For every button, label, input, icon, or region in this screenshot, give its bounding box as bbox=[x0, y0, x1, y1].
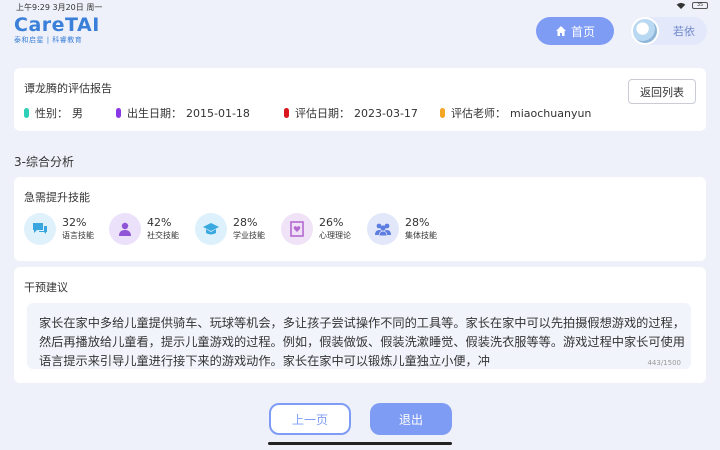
teacher-dot-icon bbox=[440, 108, 445, 118]
skills-list: 32% 语言技能 42% 社交技能 28% 学业技能 26% 心理理论 28% … bbox=[24, 211, 453, 247]
avatar bbox=[631, 17, 659, 45]
logo-tagline: 泰和启星 | 科睿教育 bbox=[14, 36, 83, 44]
status-time: 上午9:29 3月20日 周一 bbox=[16, 3, 103, 12]
wifi-icon bbox=[676, 2, 686, 9]
user-name: 若依 bbox=[673, 25, 695, 38]
person-icon bbox=[109, 213, 141, 245]
skill-label: 社交技能 bbox=[147, 231, 179, 240]
report-info-card: 谭龙腾的评估报告 返回列表 性别： 男 出生日期： 2015-01-18 评估日… bbox=[14, 68, 706, 131]
info-birth-date: 出生日期： 2015-01-18 bbox=[116, 105, 284, 121]
home-icon bbox=[555, 26, 566, 36]
info-assessment-date: 评估日期： 2023-03-17 bbox=[284, 105, 440, 121]
app-logo: CareTAI 泰和启星 | 科睿教育 bbox=[14, 14, 100, 45]
skill-percent: 42% bbox=[147, 216, 172, 229]
character-counter: 443/1500 bbox=[647, 359, 681, 367]
back-to-list-button[interactable]: 返回列表 bbox=[628, 79, 696, 104]
info-value: 2023-03-17 bbox=[354, 106, 418, 120]
advice-card: 干预建议 家长在家中多给儿童提供骑车、玩球等机会，多让孩子尝试操作不同的工具等。… bbox=[14, 267, 706, 383]
advice-textarea[interactable]: 家长在家中多给儿童提供骑车、玩球等机会，多让孩子尝试操作不同的工具等。家长在家中… bbox=[27, 303, 691, 369]
birth-date-dot-icon bbox=[116, 108, 121, 118]
skill-item-social: 42% 社交技能 bbox=[109, 211, 195, 247]
info-gender: 性别： 男 bbox=[24, 105, 116, 121]
battery-icon: 35 bbox=[692, 2, 708, 9]
assessment-date-dot-icon bbox=[284, 108, 289, 118]
heart-frame-icon bbox=[281, 213, 313, 245]
skill-label: 心理理论 bbox=[319, 231, 351, 240]
info-label: 性别： bbox=[35, 107, 68, 120]
report-title: 谭龙腾的评估报告 bbox=[24, 82, 112, 95]
system-indicators: 35 bbox=[676, 2, 708, 9]
skill-percent: 32% bbox=[62, 216, 87, 229]
skill-item-language: 32% 语言技能 bbox=[24, 211, 109, 247]
user-menu[interactable]: 若依 bbox=[631, 17, 707, 45]
skill-label: 语言技能 bbox=[62, 231, 94, 240]
chat-icon bbox=[24, 213, 56, 245]
skill-item-theory-of-mind: 26% 心理理论 bbox=[281, 211, 367, 247]
home-indicator[interactable] bbox=[268, 442, 452, 445]
graduation-cap-icon bbox=[195, 213, 227, 245]
info-label: 评估日期： bbox=[295, 107, 350, 120]
home-button[interactable]: 首页 bbox=[536, 17, 614, 45]
report-info-row: 性别： 男 出生日期： 2015-01-18 评估日期： 2023-03-17 … bbox=[24, 105, 591, 121]
status-bar: 上午9:29 3月20日 周一 35 bbox=[0, 0, 720, 14]
section-title: 3-综合分析 bbox=[14, 155, 74, 169]
skill-item-group: 28% 集体技能 bbox=[367, 211, 453, 247]
exit-button[interactable]: 退出 bbox=[370, 403, 452, 435]
advice-title: 干预建议 bbox=[24, 281, 68, 294]
info-value: 2015-01-18 bbox=[186, 106, 250, 120]
advice-text: 家长在家中多给儿童提供骑车、玩球等机会，多让孩子尝试操作不同的工具等。家长在家中… bbox=[39, 316, 685, 368]
info-label: 评估老师： bbox=[451, 107, 506, 120]
info-label: 出生日期： bbox=[127, 107, 182, 120]
skill-item-academic: 28% 学业技能 bbox=[195, 211, 281, 247]
info-value: miaochuanyun bbox=[510, 106, 592, 120]
gender-dot-icon bbox=[24, 108, 29, 118]
skills-card: 急需提升技能 32% 语言技能 42% 社交技能 28% 学业技能 26% 心理… bbox=[14, 177, 706, 261]
skill-percent: 26% bbox=[319, 216, 344, 229]
group-icon bbox=[367, 213, 399, 245]
skill-label: 学业技能 bbox=[233, 231, 265, 240]
skill-label: 集体技能 bbox=[405, 231, 437, 240]
skills-title: 急需提升技能 bbox=[24, 191, 90, 204]
skill-percent: 28% bbox=[405, 216, 430, 229]
info-teacher: 评估老师： miaochuanyun bbox=[440, 105, 591, 121]
info-value: 男 bbox=[72, 107, 83, 120]
home-button-label: 首页 bbox=[570, 24, 595, 39]
logo-brand: CareTAI bbox=[14, 14, 100, 36]
prev-page-button[interactable]: 上一页 bbox=[269, 403, 351, 435]
skill-percent: 28% bbox=[233, 216, 258, 229]
